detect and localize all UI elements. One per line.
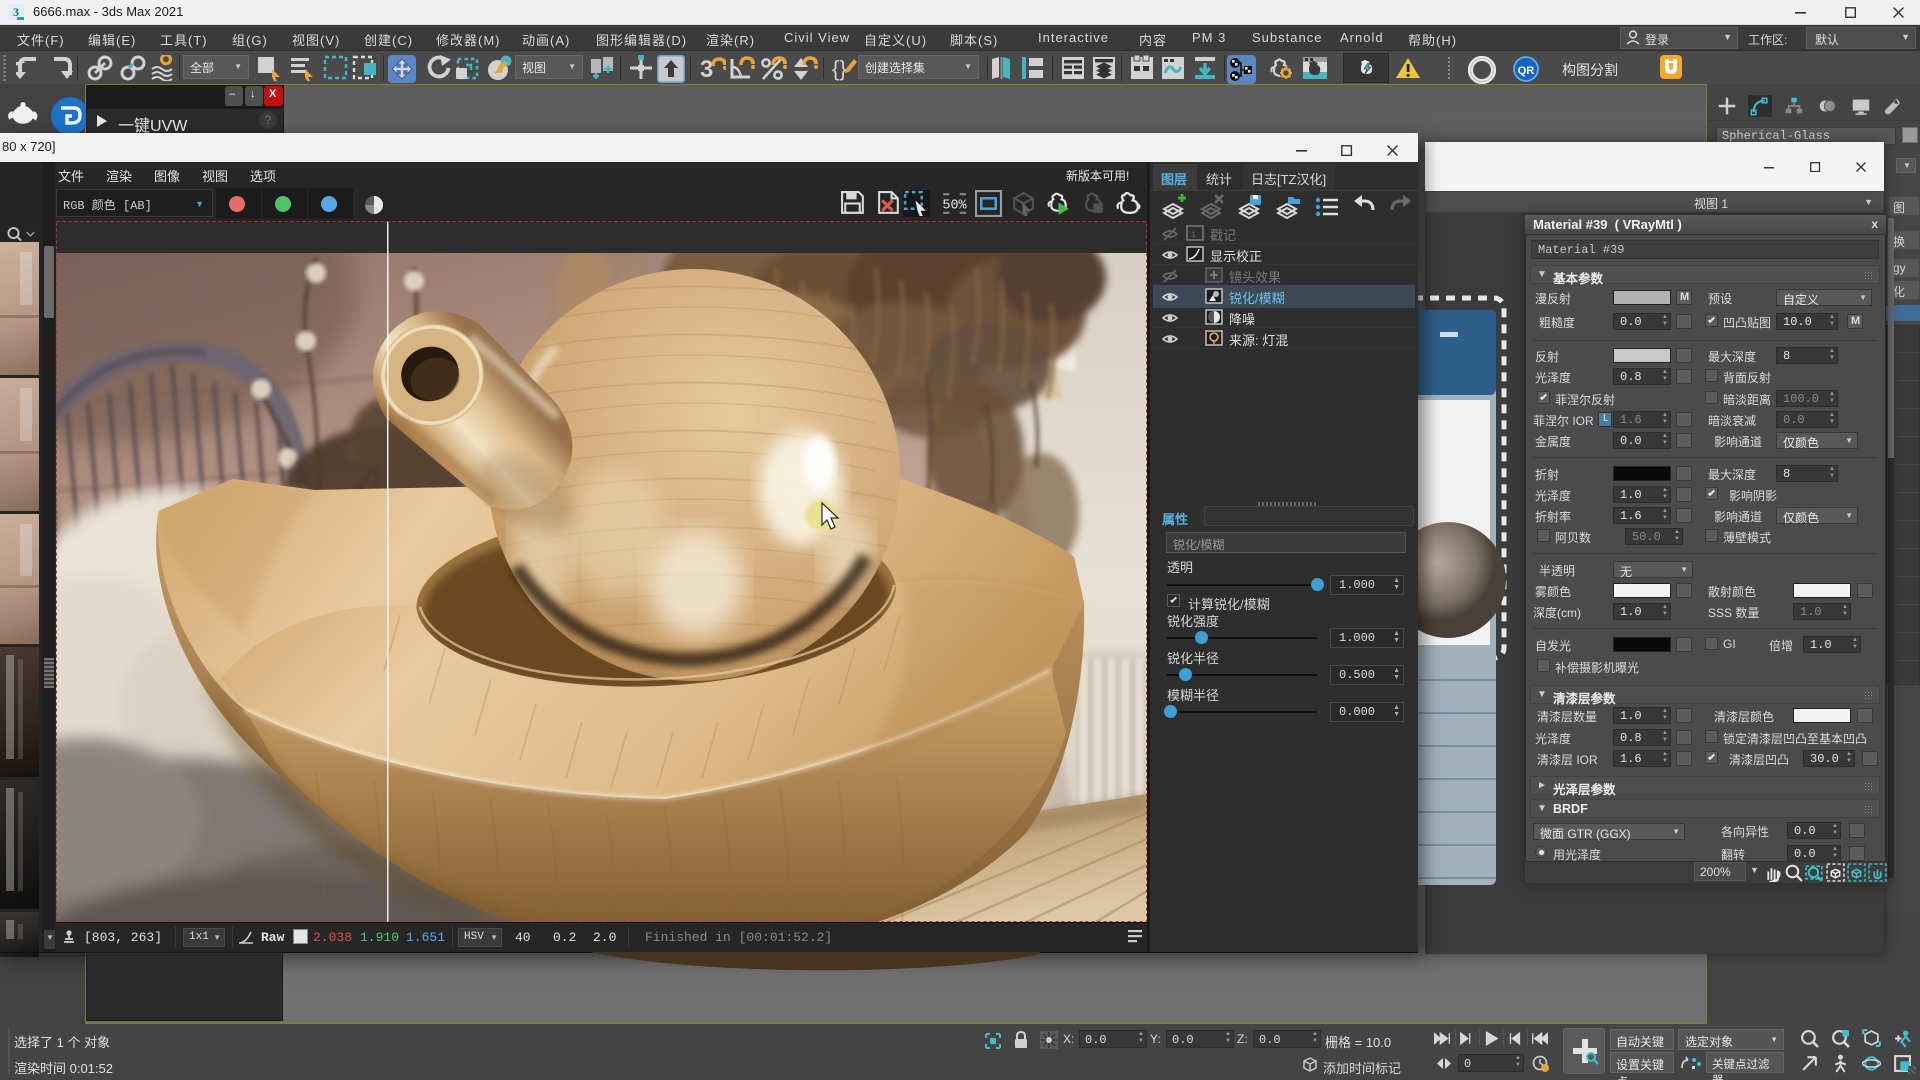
svg-text:i: i — [1191, 230, 1196, 240]
svg-text:3: 3 — [13, 5, 19, 19]
svg-text:{}: {} — [832, 56, 847, 81]
svg-text:50%: 50% — [942, 199, 967, 214]
svg-text:QR: QR — [1518, 65, 1535, 77]
svg-text:3: 3 — [700, 56, 713, 81]
svg-text:?: ? — [265, 113, 272, 127]
